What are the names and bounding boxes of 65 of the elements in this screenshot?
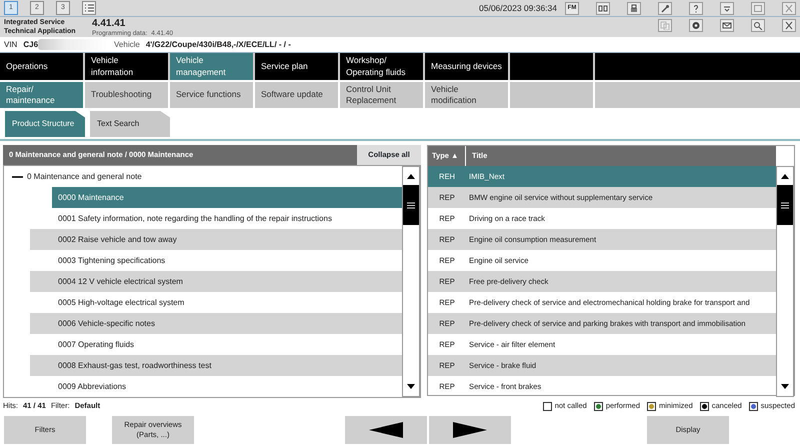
datetime: 05/06/2023 09:36:34 [479,2,557,14]
forward-button[interactable] [429,416,511,444]
tree-item[interactable]: 0007 Operating fluids [30,334,402,355]
back-button[interactable] [345,416,427,444]
magnifier-button[interactable] [751,19,765,32]
scroll-up-icon[interactable] [780,172,790,180]
tree-item[interactable]: 0002 Raise vehicle and tow away [30,229,402,250]
vin-label: VIN [4,38,18,50]
subnav-tab[interactable]: Vehicle modification [425,82,510,108]
scrollbar-thumb[interactable] [777,185,793,225]
tree-item[interactable]: 0009 Abbreviations [30,376,402,397]
printer-button[interactable] [627,2,641,14]
tree-item[interactable]: 0008 Exhaust-gas test, roadworthiness test [30,355,402,376]
maximize-icon [753,4,763,12]
tree-item[interactable]: 0000 Maintenance [52,187,402,208]
subnav-tab[interactable]: Control Unit Replacement [340,82,425,108]
legend-marker [594,402,603,410]
grip-icon [781,202,789,208]
settings-button[interactable] [689,19,703,32]
tree-item[interactable]: 0004 12 V vehicle electrical system [30,271,402,292]
grip-icon [407,202,415,208]
scroll-down-icon[interactable] [406,383,416,391]
help-button[interactable] [689,2,703,14]
close-button[interactable] [782,19,796,32]
legend-marker [542,402,552,410]
window-button[interactable] [596,2,610,14]
magnifier-icon [753,21,763,30]
minimize-button[interactable] [720,2,734,14]
vin-value: CJ6 [23,38,38,50]
tree-item[interactable]: 0003 Tightening specifications [30,250,402,271]
legend-marker [748,402,758,410]
settings-icon [691,21,701,30]
version-number: 4.41.41 [92,18,126,29]
left-arrow-icon [369,422,403,438]
list-icon[interactable] [82,1,96,15]
tree-item[interactable]: 0001 Safety information, note regarding the handling of the repair instructions [30,208,402,229]
minimize-icon [722,4,732,12]
subnav-tab[interactable]: Repair/ maintenance [0,82,85,108]
view-tab[interactable]: Product Structure [5,111,85,137]
legend-marker [700,402,709,410]
subnav-tab[interactable]: Troubleshooting [85,82,170,108]
mail-icon [722,21,732,30]
mail-button[interactable] [720,19,734,32]
close-icon [784,4,794,12]
subnav-tab[interactable]: Software update [255,82,340,108]
copy-icon [660,21,670,30]
legend-marker [647,402,656,410]
subnav-tab[interactable]: Service functions [170,82,255,108]
help-icon [691,4,701,12]
wrench-button[interactable] [658,2,672,14]
window-icon [598,4,608,12]
close-icon [784,21,794,30]
printer-icon [629,4,639,12]
wrench-icon [660,4,670,12]
right-arrow-icon [453,422,487,438]
scrollbar-thumb[interactable] [403,185,419,225]
scroll-down-icon[interactable] [780,383,790,391]
tree-item[interactable]: 0006 Vehicle-specific notes [30,313,402,334]
tree-item[interactable]: 0 Maintenance and general note [27,170,142,182]
view-tab[interactable]: Text Search [90,111,170,137]
scroll-up-icon[interactable] [406,172,416,180]
tree-item[interactable]: 0005 High-voltage electrical system [30,292,402,313]
vehicle-value: 4'/G22/Coupe/430i/B48,-/X/ECE/LL/ - / - [146,38,291,50]
nav-tab[interactable]: Vehicle management [170,53,255,80]
vehicle-label: Vehicle [114,38,140,50]
